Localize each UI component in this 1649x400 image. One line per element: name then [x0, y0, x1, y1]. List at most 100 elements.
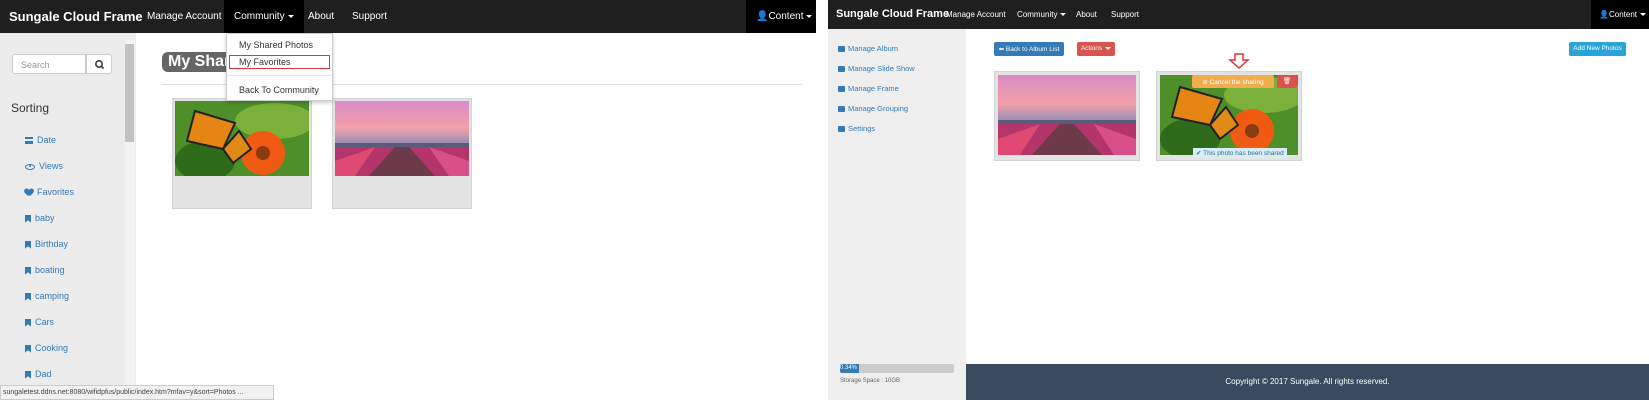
content-menu[interactable]: 👤Content [1591, 0, 1649, 29]
sort-cars-label: Cars [35, 317, 55, 327]
sidebar-manage-grouping[interactable]: Manage Grouping [838, 104, 908, 113]
tulips-photo[interactable] [335, 101, 469, 176]
sort-dad[interactable]: Dad [25, 369, 52, 379]
nav-about[interactable]: About [308, 11, 334, 22]
sort-views[interactable]: Views [25, 161, 63, 171]
photo-card-tulips[interactable] [994, 71, 1140, 161]
nav-support[interactable]: Support [1111, 10, 1139, 19]
camera-icon [838, 46, 845, 53]
actions-button[interactable]: Actions [1077, 42, 1115, 56]
sidebar-manage-grouping-label: Manage Grouping [848, 104, 909, 113]
actions-label: Actions [1080, 45, 1103, 52]
add-new-photos-button[interactable]: Add New Photos [1569, 42, 1626, 56]
gear-icon [838, 126, 845, 133]
photo-card-butterfly[interactable]: ⊘ Cancel the sharing 🗑 ✔ This photo has … [1156, 71, 1302, 161]
bookmark-icon [25, 370, 31, 379]
sidebar-manage-slide-show-label: Manage Slide Show [848, 64, 915, 73]
nav-support[interactable]: Support [352, 11, 387, 22]
nav-about[interactable]: About [1076, 10, 1097, 19]
add-button-label: Add New Photos [1573, 45, 1622, 52]
trash-icon: 🗑 [1282, 78, 1292, 85]
bookmark-icon [25, 240, 31, 249]
sort-boating[interactable]: boating [25, 265, 65, 275]
menu-back-to-community[interactable]: Back To Community [239, 85, 319, 95]
sort-favorites-label: Favorites [37, 187, 75, 197]
sort-camping[interactable]: camping [25, 291, 69, 301]
shared-status-badge: ✔ This photo has been shared [1193, 148, 1287, 158]
scrollbar-thumb[interactable] [125, 44, 134, 142]
sort-dad-label: Dad [35, 369, 52, 379]
user-icon: 👤 [756, 11, 769, 22]
bookmark-icon [25, 292, 31, 301]
tulips-photo[interactable] [998, 75, 1136, 155]
butterfly-photo[interactable] [175, 101, 309, 176]
search-input[interactable]: Search [12, 54, 86, 74]
shared-status-label: This photo has been shared [1203, 150, 1284, 157]
nav-community[interactable]: Community [1017, 10, 1067, 19]
sort-favorites[interactable]: Favorites [25, 187, 74, 197]
back-button-label: Back to Album List [1005, 46, 1060, 53]
bookmark-icon [25, 344, 31, 353]
content-label: Content [1608, 10, 1637, 19]
content-label: Content [768, 11, 804, 22]
nav-community-label: Community [234, 11, 285, 22]
arrow-left-icon: ⬅ [998, 46, 1006, 53]
nav-manage-account[interactable]: Manage Account [946, 10, 1006, 19]
sidebar-settings[interactable]: Settings [838, 124, 875, 133]
menu-my-shared-photos[interactable]: My Shared Photos [239, 40, 313, 50]
sort-birthday-label: Birthday [35, 239, 69, 249]
back-to-album-list-button[interactable]: ⬅ Back to Album List [994, 42, 1064, 56]
sort-cars[interactable]: Cars [25, 317, 54, 327]
sort-cooking-label: Cooking [35, 343, 69, 353]
heart-icon [25, 189, 33, 197]
sort-birthday[interactable]: Birthday [25, 239, 68, 249]
cancel-sharing-button[interactable]: ⊘ Cancel the sharing [1192, 75, 1274, 88]
picture-icon [838, 86, 845, 93]
menu-my-favorites[interactable]: My Favorites [239, 57, 291, 67]
footer: Copyright © 2017 Sungale. All rights res… [966, 364, 1649, 400]
caret-down-icon [1640, 13, 1646, 17]
eye-icon [25, 163, 35, 170]
user-icon: 👤 [1599, 10, 1609, 19]
sort-baby[interactable]: baby [25, 213, 55, 223]
sidebar-manage-slide-show[interactable]: Manage Slide Show [838, 64, 915, 73]
brand-logo[interactable]: Sungale Cloud Frame [9, 9, 143, 24]
search-placeholder: Search [21, 60, 50, 70]
community-dropdown: My Shared Photos My Favorites Back To Co… [226, 33, 333, 101]
sort-boating-label: boating [35, 265, 65, 275]
menu-divider [227, 75, 332, 76]
right-screenshot: Sungale Cloud Frame Manage Account Commu… [828, 0, 1649, 400]
sidebar-manage-album[interactable]: Manage Album [838, 44, 898, 53]
bookmark-icon [25, 266, 31, 275]
bookmark-icon [25, 318, 31, 327]
sort-date[interactable]: Date [25, 135, 56, 145]
content-menu[interactable]: 👤Content [746, 0, 816, 33]
photo-card-butterfly[interactable] [172, 98, 312, 209]
caret-down-icon [1060, 13, 1067, 17]
search-button[interactable] [86, 54, 112, 74]
photo-card-tulips[interactable] [332, 98, 472, 209]
sort-camping-label: camping [35, 291, 70, 301]
top-navbar: Sungale Cloud Frame Manage Account Commu… [828, 0, 1649, 29]
storage-progress-bar [840, 364, 954, 373]
sorting-title: Sorting [11, 101, 50, 115]
arrow-down-icon [1228, 53, 1250, 69]
tulip-field-image [335, 101, 469, 176]
search-icon [95, 60, 105, 70]
cancel-sharing-label: Cancel the sharing [1209, 79, 1264, 86]
nav-community[interactable]: Community [224, 0, 304, 33]
sidebar-manage-frame[interactable]: Manage Frame [838, 84, 899, 93]
brand-logo[interactable]: Sungale Cloud Frame [836, 8, 949, 20]
caret-down-icon [806, 14, 813, 18]
delete-button[interactable]: 🗑 [1277, 75, 1297, 88]
sidebar-scrollbar[interactable] [125, 40, 135, 387]
sidebar-settings-label: Settings [848, 124, 876, 133]
nav-manage-account[interactable]: Manage Account [147, 11, 222, 22]
sort-baby-label: baby [35, 213, 55, 223]
manage-sidebar: Manage Album Manage Slide Show Manage Fr… [828, 29, 966, 400]
sort-cooking[interactable]: Cooking [25, 343, 68, 353]
panel-divider [816, 0, 828, 400]
bookmark-icon [25, 214, 31, 223]
tulip-field-image [998, 75, 1136, 155]
page-title: My Shar [162, 52, 232, 72]
